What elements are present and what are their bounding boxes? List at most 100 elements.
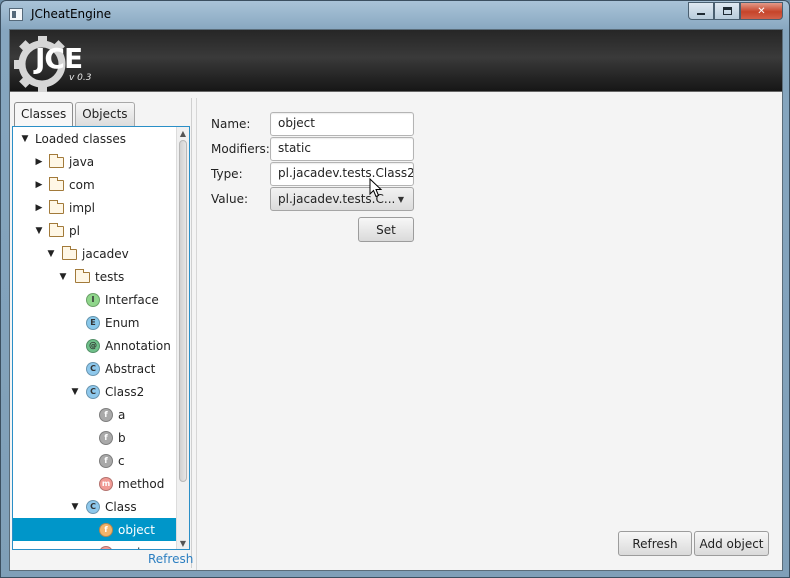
folder-icon xyxy=(49,176,64,191)
tree-item-loaded-classes[interactable]: ▼ Loaded classes xyxy=(13,127,177,150)
enum-icon: E xyxy=(86,315,100,330)
set-button[interactable]: Set xyxy=(358,217,414,242)
window-title: JCheatEngine xyxy=(31,7,112,21)
collapse-arrow-icon[interactable]: ▼ xyxy=(33,226,45,236)
value-label: Value: xyxy=(211,192,248,206)
field-icon: f xyxy=(99,453,113,468)
app-window: JCheatEngine ✕ JCE v 0.3 Classes Objects… xyxy=(0,0,790,578)
type-label: Type: xyxy=(211,167,243,181)
caption-buttons: ✕ xyxy=(688,2,783,20)
tree-item-label: impl xyxy=(69,200,95,215)
tree-item-annotation[interactable]: @ Annotation xyxy=(13,334,177,357)
annotation-icon: @ xyxy=(86,338,100,353)
collapse-arrow-icon[interactable]: ▼ xyxy=(45,249,57,259)
tree-item-label: a xyxy=(118,407,126,422)
tree-item-label: Class2 xyxy=(105,384,145,399)
tree-item-java[interactable]: ▶ java xyxy=(13,150,177,173)
value-select[interactable]: pl.jacadev.tests.C... ▼ xyxy=(270,187,414,211)
tree-item-field-c[interactable]: f c xyxy=(13,449,177,472)
expand-arrow-icon[interactable]: ▶ xyxy=(33,203,45,213)
tree-item-field-a[interactable]: f a xyxy=(13,403,177,426)
tree-item-label: Abstract xyxy=(105,361,156,376)
tree-item-interface[interactable]: I Interface xyxy=(13,288,177,311)
tree-item-pl[interactable]: ▼ pl xyxy=(13,219,177,242)
details-pane: Name: object Modifiers: static Type: pl.… xyxy=(196,98,782,570)
field-icon: f xyxy=(99,407,113,422)
tree-item-enum[interactable]: E Enum xyxy=(13,311,177,334)
left-pane: Classes Objects ▼ Loaded classes ▶ java … xyxy=(12,98,193,568)
scroll-down-icon[interactable]: ▼ xyxy=(177,537,189,549)
class-tree[interactable]: ▼ Loaded classes ▶ java ▶ com ▶ impl ▼ p… xyxy=(12,126,190,550)
method-icon: m xyxy=(99,476,113,491)
tree-item-field-b[interactable]: f b xyxy=(13,426,177,449)
class-icon: C xyxy=(86,384,100,399)
tree-item-label: tests xyxy=(95,269,125,284)
logo-text: JCE xyxy=(35,42,83,75)
collapse-arrow-icon[interactable]: ▼ xyxy=(69,502,81,512)
tree-item-impl[interactable]: ▶ impl xyxy=(13,196,177,219)
tree-item-class[interactable]: ▼ C Class xyxy=(13,495,177,518)
name-field[interactable]: object xyxy=(270,112,414,136)
tree-item-abstract[interactable]: C Abstract xyxy=(13,357,177,380)
type-field[interactable]: pl.jacadev.tests.Class2 xyxy=(270,162,414,186)
app-icon xyxy=(9,8,23,21)
close-button[interactable]: ✕ xyxy=(740,2,783,20)
tree-item-label: object xyxy=(118,522,155,537)
tree-item-label: c xyxy=(118,453,125,468)
tree-item-label: java xyxy=(69,154,95,169)
tree-item-label: method xyxy=(118,476,165,491)
version-label: v 0.3 xyxy=(69,73,92,83)
expand-arrow-icon[interactable]: ▶ xyxy=(33,157,45,167)
tree-item-label: Loaded classes xyxy=(35,131,127,146)
folder-icon xyxy=(49,153,64,168)
modifiers-field[interactable]: static xyxy=(270,137,414,161)
tab-classes[interactable]: Classes xyxy=(14,102,74,126)
method-icon: m xyxy=(99,545,113,549)
tree-item-jacadev[interactable]: ▼ jacadev xyxy=(13,242,177,265)
tree-item-method[interactable]: m method xyxy=(13,472,177,495)
tab-strip: Classes Objects xyxy=(14,102,137,126)
tree-item-tests[interactable]: ▼ tests xyxy=(13,265,177,288)
refresh-button[interactable]: Refresh xyxy=(618,531,692,556)
minimize-icon xyxy=(697,13,705,15)
tree-item-class2[interactable]: ▼ C Class2 xyxy=(13,380,177,403)
header-banner: JCE v 0.3 xyxy=(10,30,782,92)
refresh-tree-link[interactable]: Refresh xyxy=(148,552,193,566)
tree-item-label: Enum xyxy=(105,315,140,330)
scroll-up-icon[interactable]: ▲ xyxy=(177,127,189,139)
client-area: JCE v 0.3 Classes Objects ▼ Loaded class… xyxy=(9,29,783,571)
tree-item-label: jacadev xyxy=(82,246,129,261)
tree-item-label: Interface xyxy=(105,292,159,307)
field-icon: f xyxy=(99,430,113,445)
chevron-down-icon[interactable]: ▼ xyxy=(398,195,404,204)
collapse-arrow-icon[interactable]: ▼ xyxy=(57,272,69,282)
tree-item-object[interactable]: f object xyxy=(13,518,177,541)
collapse-arrow-icon[interactable]: ▼ xyxy=(69,387,81,397)
expand-arrow-icon[interactable]: ▶ xyxy=(33,180,45,190)
maximize-icon xyxy=(722,7,732,15)
maximize-button[interactable] xyxy=(714,2,740,20)
tree-item-main[interactable]: m main xyxy=(13,541,177,550)
tree-scrollbar[interactable]: ▲ ▼ xyxy=(176,127,189,549)
tree-item-label: Class xyxy=(105,499,137,514)
tree-item-label: main xyxy=(118,546,148,550)
folder-icon xyxy=(62,245,77,260)
folder-icon xyxy=(49,199,64,214)
static-field-icon: f xyxy=(99,522,113,537)
folder-icon xyxy=(49,222,64,237)
tree-item-com[interactable]: ▶ com xyxy=(13,173,177,196)
collapse-arrow-icon[interactable]: ▼ xyxy=(19,134,31,144)
class-icon: C xyxy=(86,361,100,376)
folder-icon xyxy=(75,268,90,283)
minimize-button[interactable] xyxy=(688,2,714,20)
add-object-button[interactable]: Add object xyxy=(694,531,769,556)
modifiers-label: Modifiers: xyxy=(211,142,270,156)
tree-item-label: b xyxy=(118,430,126,445)
title-bar[interactable]: JCheatEngine ✕ xyxy=(1,1,789,29)
tree-item-label: pl xyxy=(69,223,80,238)
tree-item-label: Annotation xyxy=(105,338,171,353)
tab-objects[interactable]: Objects xyxy=(75,102,135,126)
tree-item-label: com xyxy=(69,177,95,192)
interface-icon: I xyxy=(86,292,100,307)
scroll-thumb[interactable] xyxy=(179,140,187,482)
